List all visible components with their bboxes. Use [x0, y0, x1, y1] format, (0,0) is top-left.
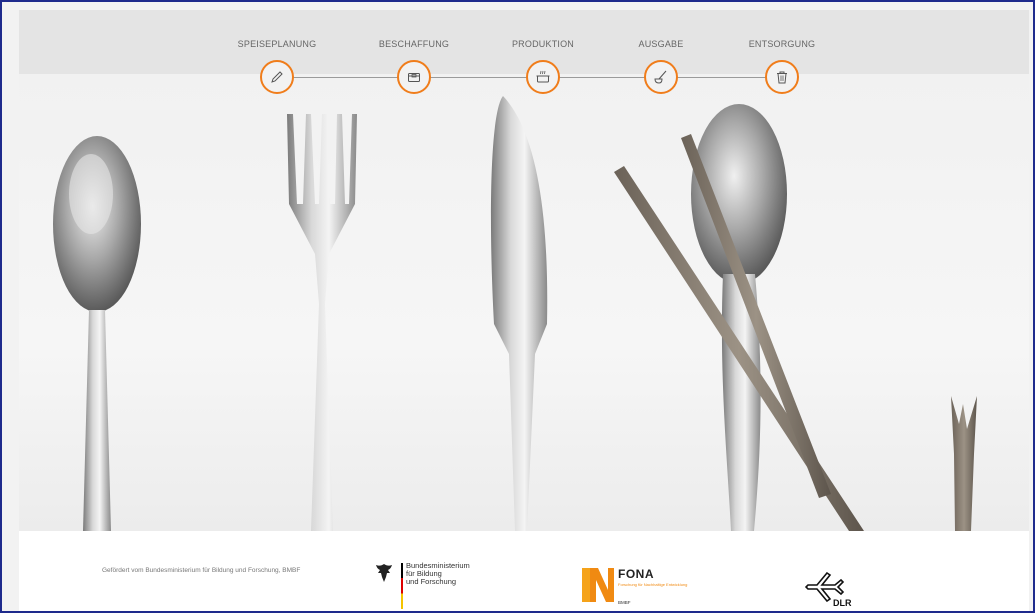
serving-spoon [691, 104, 787, 531]
ladle-icon[interactable] [644, 60, 678, 94]
wooden-fork [951, 396, 977, 531]
knife [490, 96, 548, 531]
pencil-icon[interactable] [260, 60, 294, 94]
fork [287, 114, 357, 531]
fona-name: FONA [618, 567, 654, 581]
step-label: SPEISEPLANUNG [237, 39, 317, 49]
step-label: ENTSORGUNG [748, 39, 816, 49]
fona-logo-icon[interactable] [582, 568, 614, 602]
page-frame: SPEISEPLANUNG BESCHAFFUNG PRODUKTION AUS… [0, 0, 1035, 613]
step-produktion[interactable]: PRODUKTION [483, 36, 603, 94]
funding-text: Gefördert vom Bundesministerium für Bild… [102, 567, 301, 574]
step-speiseplanung[interactable]: SPEISEPLANUNG [217, 36, 337, 94]
step-label: PRODUKTION [511, 39, 574, 49]
dlr-name: DLR [833, 598, 852, 608]
trash-icon[interactable] [765, 60, 799, 94]
box-icon[interactable] [397, 60, 431, 94]
cooking-pot-icon[interactable] [526, 60, 560, 94]
step-ausgabe[interactable]: AUSGABE [601, 36, 721, 94]
step-label: BESCHAFFUNG [378, 39, 450, 49]
bmbf-line-3: und Forschung [406, 577, 457, 586]
fona-bmbf: BMBF [618, 600, 631, 605]
bmbf-flag-bar [401, 563, 403, 609]
cutlery-illustration [53, 96, 977, 531]
federal-eagle-icon [376, 564, 392, 582]
step-entsorgung[interactable]: ENTSORGUNG [722, 36, 842, 94]
hero-image [19, 74, 1029, 531]
fona-subtitle: Forschung für Nachhaltige Entwicklung [618, 582, 688, 587]
step-beschaffung[interactable]: BESCHAFFUNG [354, 36, 474, 94]
step-label: AUSGABE [638, 39, 684, 49]
spoon [53, 136, 141, 531]
bmbf-logo-text[interactable]: Bundesministerium für Bildung und Forsch… [406, 562, 470, 586]
